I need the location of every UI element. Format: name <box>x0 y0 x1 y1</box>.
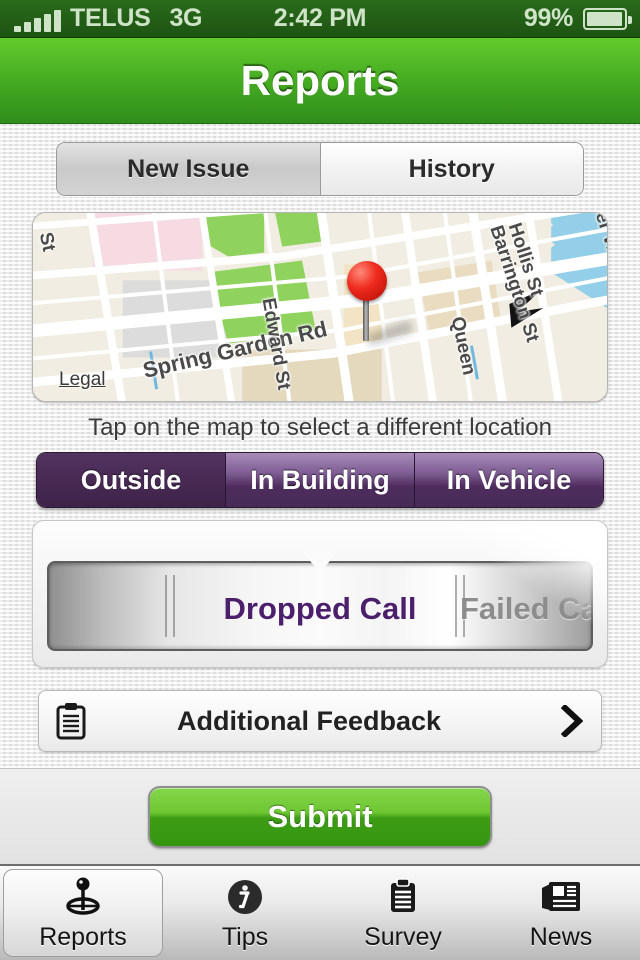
map-legal-link[interactable]: Legal <box>59 369 106 391</box>
newspaper-icon <box>538 875 584 919</box>
clipboard-icon <box>382 875 424 919</box>
tab-new-issue[interactable]: New Issue <box>57 143 320 195</box>
chevron-right-icon <box>543 705 601 737</box>
newspaper-icon-svg <box>542 881 580 911</box>
location-context-group: Outside In Building In Vehicle <box>36 452 604 508</box>
battery-icon <box>583 7 632 30</box>
tab-news-label: News <box>529 922 593 951</box>
map-pin-icon <box>62 875 104 919</box>
content-area: New Issue History Spring Garden Rd Holli… <box>0 124 640 768</box>
map-hint-text: Tap on the map to select a different loc… <box>88 414 552 441</box>
app-screen: TELUS 3G 2:42 PM 99% Reports New Issue H… <box>0 0 640 960</box>
location-segmented-control[interactable]: Outside In Building In Vehicle <box>36 452 604 508</box>
tab-history[interactable]: History <box>319 143 583 195</box>
segment-outside[interactable]: Outside <box>37 453 225 507</box>
issue-type-picker-panel: Dropped Call Failed Call <box>32 520 608 668</box>
tab-reports[interactable]: Reports <box>3 869 163 957</box>
navigation-bar: Reports <box>0 38 640 124</box>
additional-feedback-row[interactable]: Additional Feedback <box>38 690 602 752</box>
tab-reports-label: Reports <box>39 922 127 951</box>
segment-in-building[interactable]: In Building <box>225 453 414 507</box>
segment-in-vehicle[interactable]: In Vehicle <box>414 453 603 507</box>
tab-survey[interactable]: Survey <box>324 866 482 960</box>
page-title: Reports <box>240 56 400 104</box>
additional-feedback-label: Additional Feedback <box>176 705 442 736</box>
status-bar-right: 99% <box>523 4 632 33</box>
status-bar: TELUS 3G 2:42 PM 99% <box>0 0 640 38</box>
submit-button[interactable]: Submit <box>148 785 492 848</box>
location-map[interactable]: Spring Garden Rd Hollis St Barrington St… <box>32 212 608 402</box>
new-issue-history-segmented-control[interactable]: New Issue History <box>56 142 584 196</box>
tab-survey-label: Survey <box>364 922 442 951</box>
top-tabs: New Issue History <box>56 142 584 196</box>
tab-news[interactable]: News <box>482 866 640 960</box>
tab-tips[interactable]: Tips <box>166 866 324 960</box>
tab-tips-label: Tips <box>221 922 269 951</box>
info-circle-icon-svg <box>228 879 262 914</box>
battery-percent-label: 99% <box>523 4 573 32</box>
info-circle-icon <box>224 875 266 919</box>
picker-next-value[interactable]: Failed Call <box>460 591 591 627</box>
map-pin-icon[interactable] <box>343 261 414 346</box>
issue-type-picker[interactable]: Dropped Call Failed Call <box>47 561 593 651</box>
submit-bar: Submit <box>0 768 640 864</box>
chevron-right-icon-svg <box>561 705 583 737</box>
clipboard-icon-svg <box>391 877 415 912</box>
map-pin-icon-svg <box>66 877 100 915</box>
tab-bar: Reports Tips Survey News <box>0 864 640 960</box>
